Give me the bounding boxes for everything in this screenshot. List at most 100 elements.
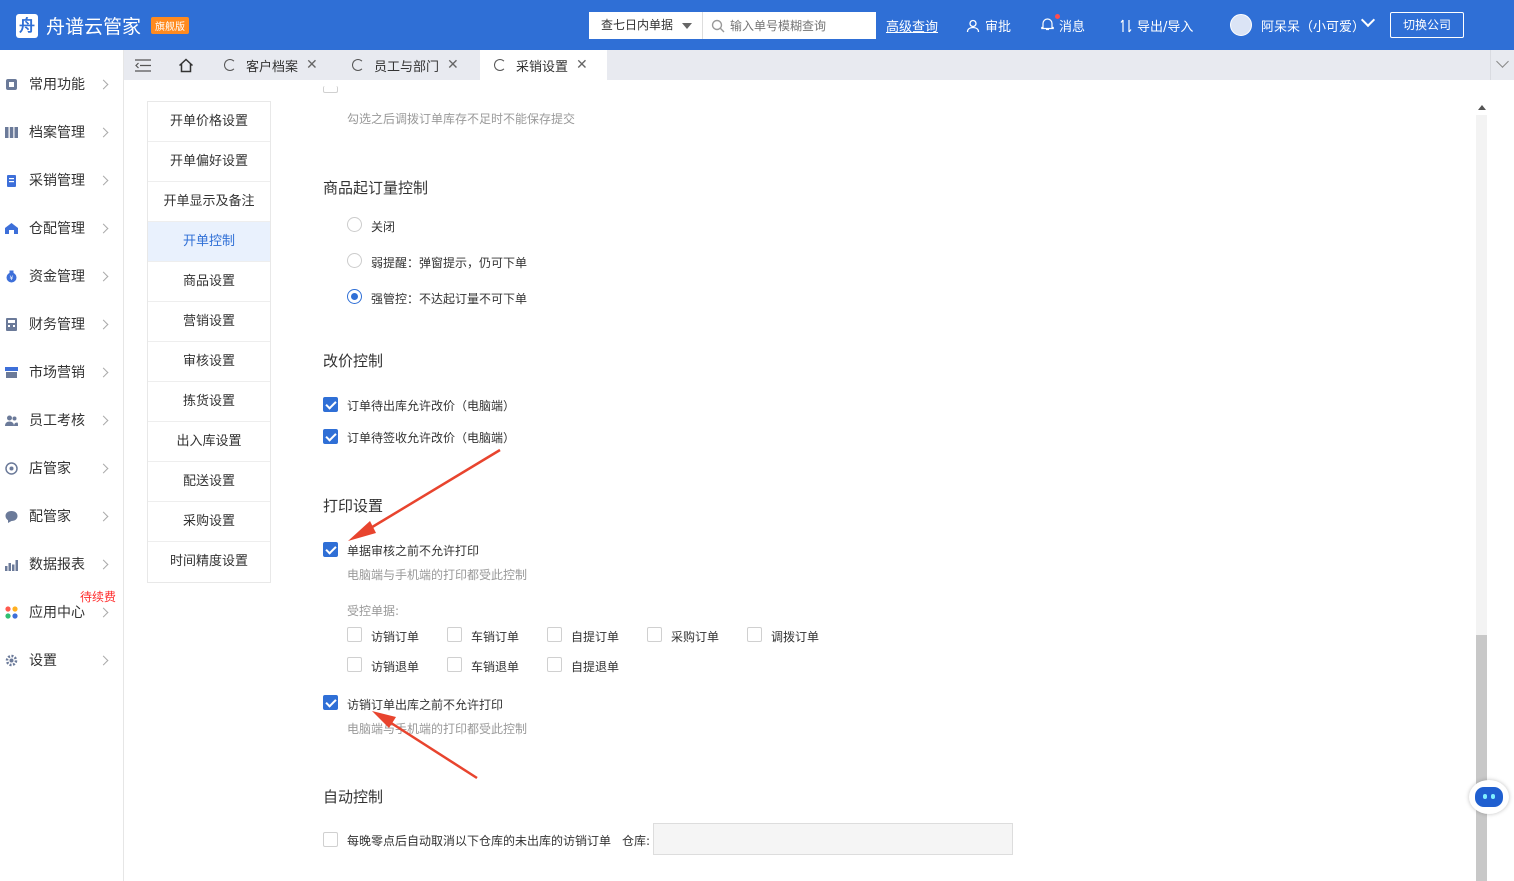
checkbox-label: 单据审核之前不允许打印 [347,544,480,558]
sidebar-item-label: 数据报表 [29,557,85,573]
chevron-right-icon [98,127,109,137]
sidebar-item-label: 员工考核 [29,413,85,429]
chevron-right-icon [98,367,109,377]
sidebar-item-app-center[interactable]: 应用中心 待续费 [0,588,124,636]
sidebar-item-marketing[interactable]: 市场营销 [0,348,124,396]
scrollbar[interactable] [1474,100,1490,881]
print-hint: 电脑端与手机端的打印都受此控制 [347,722,528,736]
doc-checkbox[interactable] [647,627,662,642]
shop-icon [5,461,18,475]
sidebar-item-staff-review[interactable]: 员工考核 [0,396,124,444]
store-icon [5,366,18,378]
doc-checkbox[interactable] [447,627,462,642]
content-area: 开单价格设置 开单偏好设置 开单显示及备注 开单控制 商品设置 营销设置 审核设… [124,80,1514,881]
checkbox-no-print-before-audit[interactable] [323,542,338,557]
sort-arrows-icon [1120,19,1132,32]
sidebar-item-archives[interactable]: 档案管理 [0,108,124,156]
doc-checkbox-label: 访销退单 [371,660,420,674]
min-order-title: 商品起订量控制 [323,179,429,197]
checkbox-no-print-before-outbound[interactable] [323,695,338,710]
warehouse-icon [5,222,18,234]
refresh-icon[interactable] [352,59,364,71]
sidebar-item-delivery-manager[interactable]: 配管家 [0,492,124,540]
sidebar-item-shop-manager[interactable]: 店管家 [0,444,124,492]
sidebar-item-label: 应用中心 [29,605,85,621]
doc-checkbox[interactable] [747,627,762,642]
sidebar-item-settings[interactable]: 设置 [0,636,124,684]
controlled-docs-label: 受控单据: [347,604,400,618]
checkbox-label: 访销订单出库之前不允许打印 [347,698,504,712]
common-icon [6,78,17,90]
tab-customer-archive[interactable]: 客户档案 ✕ [224,50,334,80]
radio-weak-reminder[interactable] [347,253,362,268]
tabs-dropdown-button[interactable] [1490,50,1514,80]
radio-off[interactable] [347,217,362,232]
doc-checkbox[interactable] [347,627,362,642]
order-search[interactable] [703,12,876,39]
switch-company-button[interactable]: 切换公司 [1390,12,1464,38]
checkbox-auto-cancel[interactable] [323,832,338,847]
scrollbar-thumb[interactable] [1476,635,1487,881]
partial-checkbox[interactable] [323,86,338,93]
checkbox-pending-outbound[interactable] [323,397,338,412]
warehouse-label: 仓库: [622,834,651,848]
collapse-sidebar-button[interactable] [124,50,162,80]
chevron-right-icon [98,319,109,329]
money-bag-icon: ¥ [6,270,17,282]
date-range-select[interactable]: 查七日内单据 [589,12,703,39]
close-icon[interactable]: ✕ [447,57,459,73]
close-icon[interactable]: ✕ [576,57,588,73]
radio-strict-control[interactable] [347,289,362,304]
sidebar-item-funds[interactable]: ¥ 资金管理 [0,252,124,300]
doc-checkbox[interactable] [347,657,362,672]
tab-staff-departments[interactable]: 员工与部门 ✕ [352,50,482,80]
user-avatar[interactable] [1230,14,1252,36]
advanced-search-link[interactable]: 高级查询 [886,16,938,35]
sidebar-item-purchase-sales[interactable]: 采销管理 [0,156,124,204]
doc-checkbox[interactable] [547,657,562,672]
messages-button[interactable]: 消息 [1041,13,1085,35]
refresh-icon[interactable] [224,59,236,71]
sidebar-item-reports[interactable]: 数据报表 [0,540,124,588]
svg-text:¥: ¥ [10,275,14,282]
tab-home[interactable] [172,50,200,80]
sidebar-item-warehouse[interactable]: 仓配管理 [0,204,124,252]
scrollbar-rail[interactable] [1476,115,1487,635]
gear-icon [5,654,18,666]
export-import-button[interactable]: 导出/导入 [1120,16,1193,35]
doc-checkbox[interactable] [547,627,562,642]
approval-button[interactable]: 审批 [966,16,1011,35]
settings-form: 勾选之后调拨订单库存不足时不能保存提交 商品起订量控制 关闭 弱提醒：弹窗提示，… [124,80,1474,881]
sidebar-item-label: 市场营销 [29,365,85,381]
chat-icon [5,510,18,523]
scroll-up-icon[interactable] [1478,105,1486,110]
checkbox-pending-signoff[interactable] [323,429,338,444]
close-icon[interactable]: ✕ [306,57,318,73]
search-group: 查七日内单据 [589,12,876,39]
tab-label: 采销设置 [516,59,569,75]
calculator-icon [6,317,17,331]
doc-checkbox[interactable] [447,657,462,672]
chevron-right-icon [98,463,109,473]
people-icon [5,415,18,426]
tab-bar: 客户档案 ✕ 员工与部门 ✕ 采销设置 ✕ [124,50,1514,80]
assistant-bot-button[interactable] [1469,780,1509,814]
sidebar-item-label: 仓配管理 [29,221,85,237]
sidebar-item-label: 资金管理 [29,269,85,285]
app-logo[interactable]: 舟 舟谱云管家 旗舰版 [16,12,190,39]
clipboard-icon [7,174,16,187]
price-control-title: 改价控制 [323,352,384,370]
refresh-icon[interactable] [494,59,506,71]
auto-control-title: 自动控制 [323,788,384,806]
chevron-right-icon [98,271,109,281]
doc-checkbox-label: 调拨订单 [771,630,820,644]
sidebar-item-finance[interactable]: 财务管理 [0,300,124,348]
tab-label: 员工与部门 [374,59,440,75]
warehouse-select[interactable] [653,823,1013,855]
tab-purchase-sales-settings[interactable]: 采销设置 ✕ [480,50,607,80]
user-name[interactable]: 阿呆呆（小可爱） [1261,16,1365,35]
tab-label: 客户档案 [246,59,299,75]
sidebar-item-common[interactable]: 常用功能 [0,60,124,108]
order-search-input[interactable] [730,18,870,33]
notification-dot [1055,13,1060,19]
